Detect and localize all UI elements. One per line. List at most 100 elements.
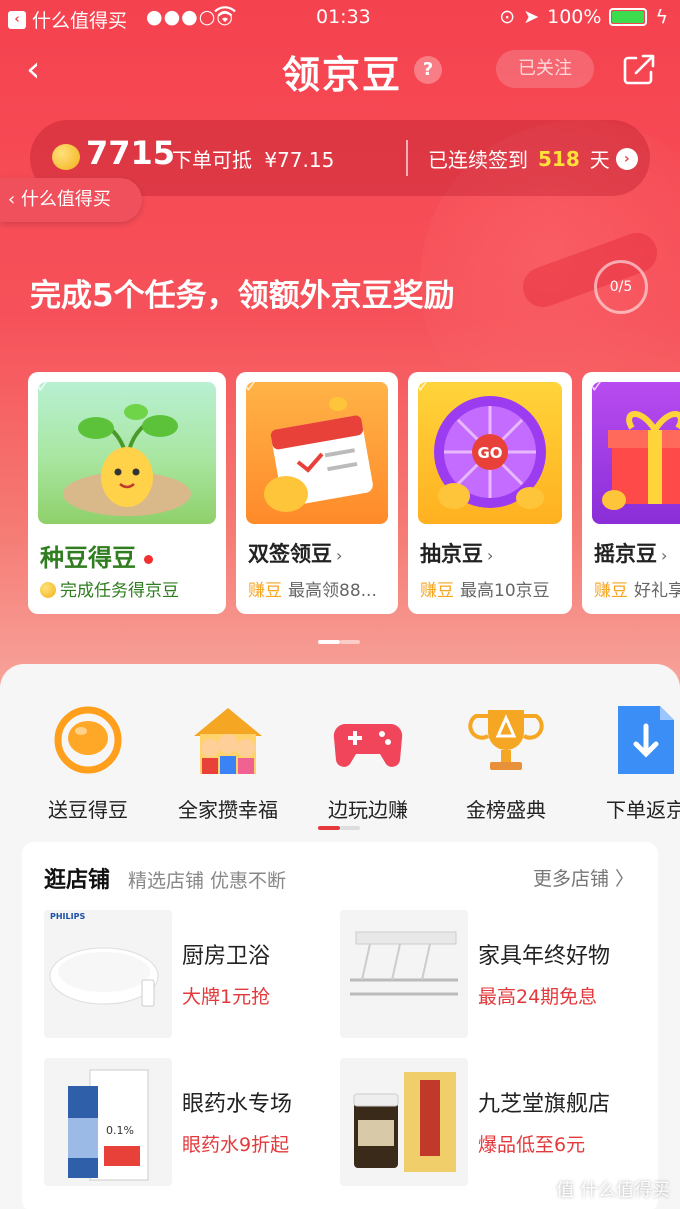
lock-rotation-icon: ⊙ [499, 6, 516, 28]
feature-label: 边玩边赚 [328, 798, 408, 822]
chevron-right-icon: › [487, 546, 494, 565]
checkbox-icon: ✓ [244, 377, 258, 396]
gift-box-icon [602, 411, 680, 510]
battery-percent: 100% [547, 6, 602, 28]
task-progress: 0/5 [594, 260, 648, 314]
task-card-double-sign[interactable]: ✓ 双签领豆 › 赚豆 最高领88... [236, 372, 398, 614]
chevron-right-icon: › [336, 546, 343, 565]
status-back-app[interactable]: ‹ 什么值得买 [8, 6, 127, 33]
feature-family[interactable]: 全家攒幸福 [158, 704, 298, 823]
shop-tile[interactable]: 0.1% 眼药水专场 眼药水9折起 [44, 1058, 344, 1188]
feature-icons: 送豆得豆 全家攒幸福 边玩边赚 金榜盛典 下单返京 [0, 704, 680, 822]
checkin-days: 518 [538, 146, 580, 171]
feature-order-rebate[interactable]: 下单返京 [576, 704, 680, 823]
trophy-icon [468, 710, 544, 770]
task-card-title: 种豆得豆 [40, 538, 153, 573]
task-card-desc: 赚豆 最高领88... [248, 576, 377, 601]
medicine-box-image [353, 1072, 456, 1172]
shop-title: 逛店铺 [44, 868, 111, 893]
status-back-app-label: 什么值得买 [32, 10, 128, 32]
more-shops-link[interactable]: 更多店铺 〉 [533, 864, 634, 891]
double-sign-image [246, 382, 388, 524]
checkin-unit: 天 [589, 148, 610, 172]
eye-drops-concentration: 0.1% [106, 1124, 134, 1137]
icon-page-indicator [318, 826, 362, 830]
beans-count: 7715 [86, 134, 176, 172]
task-card-tag: 赚豆 [420, 581, 454, 601]
task-card-lottery[interactable]: GO ✓ 抽京豆 › 赚豆 最高10京豆 [408, 372, 572, 614]
task-card-title: 双签领豆 › [248, 538, 342, 568]
task-card-desc-text: 最高领88... [288, 581, 377, 601]
charging-icon: ϟ [655, 6, 668, 28]
toilet-seat-image [49, 947, 159, 1007]
shop-image [340, 1058, 468, 1186]
task-card-desc-text: 最高10京豆 [460, 581, 550, 601]
status-right: ⊙ ➤ 100% ϟ [499, 6, 668, 28]
wifi-icon [214, 6, 236, 22]
lottery-image: GO [418, 382, 562, 524]
chevron-right-icon: › [661, 546, 668, 565]
task-cards: ✓ 种豆得豆 完成任务得京豆 ✓ 双签领豆 › 赚豆 最高领88... GO ✓… [28, 372, 680, 616]
feature-play-earn[interactable]: 边玩边赚 [298, 704, 438, 823]
status-bar: ‹ 什么值得买 ●●●○○ 01:33 ⊙ ➤ 100% ϟ [0, 0, 680, 36]
share-icon[interactable] [622, 52, 656, 86]
feature-ranking[interactable]: 金榜盛典 [436, 704, 576, 823]
shop-image: PHILIPS [44, 910, 172, 1038]
shop-image [340, 910, 468, 1038]
help-icon[interactable]: ? [414, 56, 442, 84]
deduct-label: 下单可抵 [172, 148, 252, 172]
task-card-tag: 赚豆 [248, 581, 282, 601]
chevron-left-icon: ‹ [8, 189, 21, 210]
checkin-label: 已连续签到 [428, 148, 528, 172]
eye-drops-image [68, 1069, 149, 1181]
task-card-desc: 完成任务得京豆 [40, 576, 179, 601]
shop-tile-title: 眼药水专场 [182, 1092, 293, 1117]
location-icon: ➤ [523, 6, 540, 28]
bean-circle-icon [54, 706, 122, 774]
task-card-title-text: 抽京豆 [420, 542, 483, 566]
document-download-icon [618, 706, 674, 774]
task-card-desc: 赚豆 好礼享 [594, 576, 680, 601]
shop-section: 逛店铺 精选店铺 优惠不断 更多店铺 〉 PHILIPS 厨房卫浴 大牌1元抢 [22, 842, 658, 1209]
checkin-streak[interactable]: 已连续签到 518 天 › [428, 144, 638, 173]
shop-tile-title: 九芝堂旗舰店 [478, 1092, 611, 1117]
back-button[interactable]: ‹ [26, 50, 62, 90]
shop-tile[interactable]: 家具年终好物 最高24期免息 [340, 910, 640, 1040]
sprout-bean-icon [63, 404, 191, 516]
task-card-title: 抽京豆 › [420, 538, 493, 568]
shop-tile-promo: 爆品低至6元 [478, 1134, 586, 1156]
follow-button[interactable]: 已关注 [496, 50, 594, 88]
chevron-right-icon: › [615, 147, 638, 170]
return-app-label: 什么值得买 [20, 189, 111, 210]
shop-tile-promo: 大牌1元抢 [182, 986, 271, 1008]
return-to-app-button[interactable]: ‹ 什么值得买 [0, 178, 142, 222]
feature-send-beans[interactable]: 送豆得豆 [18, 704, 158, 823]
jingdou-icon [40, 582, 56, 598]
shop-tile-promo: 最高24期免息 [478, 986, 598, 1008]
feature-label: 下单返京 [606, 798, 680, 822]
task-card-plant-beans[interactable]: ✓ 种豆得豆 完成任务得京豆 [28, 372, 226, 614]
shop-tile-promo: 眼药水9折起 [182, 1134, 290, 1156]
task-card-title: 摇京豆 › [594, 538, 667, 568]
checkbox-icon: ✓ [590, 377, 604, 396]
deduct-value: ¥77.15 [264, 148, 335, 172]
task-card-desc-text: 好礼享 [634, 581, 680, 601]
task-card-shake[interactable]: ✓ 摇京豆 › 赚豆 好礼享 [582, 372, 680, 614]
task-card-title-text: 摇京豆 [594, 542, 657, 566]
jingdou-icon [52, 144, 80, 170]
svg-text:GO: GO [477, 444, 502, 462]
card-page-indicator [318, 640, 362, 644]
shop-subtitle: 精选店铺 优惠不断 [128, 870, 287, 892]
shop-logo: PHILIPS [50, 912, 86, 921]
back-arrow-icon: ‹ [8, 10, 26, 29]
calendar-icon [264, 397, 373, 512]
shop-tile-title: 厨房卫浴 [182, 944, 271, 969]
shop-tile[interactable]: 九芝堂旗舰店 爆品低至6元 [340, 1058, 640, 1188]
drying-rack-image [350, 931, 458, 996]
task-card-title-text: 双签领豆 [248, 542, 332, 566]
feature-label: 金榜盛典 [466, 798, 546, 822]
checkbox-icon: ✓ [36, 377, 50, 396]
checkbox-icon: ✓ [416, 377, 430, 396]
shop-tile[interactable]: PHILIPS 厨房卫浴 大牌1元抢 [44, 910, 344, 1040]
page-title: 领京豆 [282, 53, 403, 97]
